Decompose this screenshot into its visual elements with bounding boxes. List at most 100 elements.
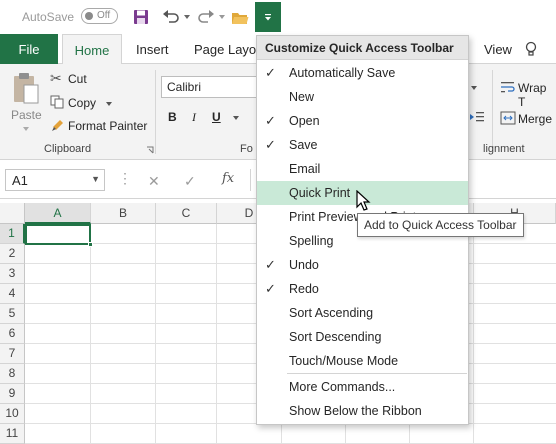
column-gridline bbox=[90, 224, 91, 444]
menu-separator bbox=[287, 373, 467, 374]
row-header[interactable]: 10 bbox=[0, 404, 25, 424]
customize-qat-button[interactable] bbox=[255, 2, 281, 32]
cancel-icon[interactable]: ✕ bbox=[148, 173, 160, 190]
menu-item-label: Redo bbox=[289, 282, 319, 296]
increase-indent-button[interactable] bbox=[469, 110, 491, 128]
cut-button[interactable]: ✂ Cut bbox=[48, 70, 108, 90]
redo-dropdown-icon[interactable] bbox=[218, 13, 226, 21]
menu-item-undo[interactable]: ✓ Undo bbox=[257, 253, 468, 277]
menu-item-open[interactable]: ✓ Open bbox=[257, 109, 468, 133]
undo-button[interactable] bbox=[160, 6, 182, 28]
column-gridline bbox=[473, 224, 474, 444]
clipboard-group-label: Clipboard bbox=[44, 143, 92, 155]
tab-view[interactable]: View bbox=[484, 34, 512, 64]
menu-title: Customize Quick Access Toolbar bbox=[257, 36, 468, 60]
format-painter-button[interactable]: Format Painter bbox=[48, 116, 152, 136]
menu-item-label: Sort Descending bbox=[289, 330, 382, 344]
enter-icon[interactable]: ✓ bbox=[184, 173, 196, 190]
menu-item-label: New bbox=[289, 90, 315, 104]
menu-item-label: More Commands... bbox=[289, 380, 396, 394]
tab-page-layout[interactable]: Page Layou bbox=[194, 34, 263, 64]
checkmark-icon: ✓ bbox=[265, 257, 276, 272]
font-name-combobox[interactable]: Calibri bbox=[161, 76, 259, 98]
underline-button[interactable]: U bbox=[212, 110, 221, 124]
menu-item-label: Email bbox=[289, 162, 321, 176]
row-header[interactable]: 11 bbox=[0, 424, 25, 444]
dialog-launcher-icon[interactable] bbox=[146, 146, 154, 154]
paste-icon bbox=[14, 73, 39, 104]
menu-item-label: Spelling bbox=[289, 234, 334, 248]
wrap-text-label: Wrap T bbox=[518, 81, 547, 109]
tab-home[interactable]: Home bbox=[62, 34, 122, 65]
menu-item-label: Quick Print bbox=[289, 186, 351, 200]
redo-button[interactable] bbox=[195, 6, 217, 28]
fill-handle[interactable] bbox=[88, 242, 93, 247]
merge-label: Merge bbox=[518, 112, 553, 126]
chevron-down-icon bbox=[23, 127, 29, 131]
row-header[interactable]: 5 bbox=[0, 304, 25, 324]
copy-button[interactable]: Copy bbox=[48, 93, 118, 113]
select-all-corner[interactable] bbox=[0, 203, 25, 224]
menu-item-new[interactable]: New bbox=[257, 85, 468, 109]
chevron-down-icon[interactable] bbox=[232, 115, 240, 121]
name-box-value: A1 bbox=[12, 173, 28, 188]
save-icon bbox=[134, 10, 148, 24]
more-icon: ⋮ bbox=[118, 170, 132, 186]
row-header[interactable]: 6 bbox=[0, 324, 25, 344]
menu-item-automatically-save[interactable]: ✓ Automatically Save bbox=[257, 61, 468, 85]
menu-item-show-below-ribbon[interactable]: Show Below the Ribbon bbox=[257, 399, 468, 423]
bold-button[interactable]: B bbox=[168, 110, 177, 124]
open-button[interactable] bbox=[230, 6, 250, 28]
row-header[interactable]: 7 bbox=[0, 344, 25, 364]
selected-cell-a1[interactable] bbox=[25, 224, 93, 247]
cut-label: Cut bbox=[68, 72, 87, 86]
menu-item-redo[interactable]: ✓ Redo bbox=[257, 277, 468, 301]
row-header[interactable]: 3 bbox=[0, 264, 25, 284]
menu-item-touch-mouse-mode[interactable]: Touch/Mouse Mode bbox=[257, 349, 468, 373]
column-header-b[interactable]: B bbox=[91, 203, 156, 224]
insert-function-button[interactable]: fx bbox=[222, 171, 234, 186]
paintbrush-icon bbox=[52, 120, 63, 131]
tell-me-button[interactable] bbox=[525, 34, 537, 64]
scissors-icon: ✂ bbox=[50, 70, 62, 86]
paste-button[interactable]: Paste bbox=[8, 72, 44, 134]
wrap-text-button[interactable]: Wrap T bbox=[498, 78, 556, 109]
customize-qat-icon bbox=[265, 14, 271, 21]
row-header[interactable]: 4 bbox=[0, 284, 25, 304]
menu-item-save[interactable]: ✓ Save bbox=[257, 133, 468, 157]
group-separator bbox=[155, 70, 156, 154]
autosave-toggle[interactable]: Off bbox=[81, 8, 118, 24]
menu-item-label: Touch/Mouse Mode bbox=[289, 354, 399, 368]
tab-insert[interactable]: Insert bbox=[136, 34, 169, 64]
column-header-a[interactable]: A bbox=[25, 203, 91, 224]
italic-button[interactable]: I bbox=[192, 110, 196, 125]
copy-label: Copy bbox=[68, 96, 97, 110]
column-gridline bbox=[155, 224, 156, 444]
name-box[interactable]: A1 ▼ bbox=[5, 169, 105, 191]
chevron-down-icon[interactable] bbox=[470, 85, 478, 91]
menu-item-sort-ascending[interactable]: Sort Ascending bbox=[257, 301, 468, 325]
autosave-label: AutoSave bbox=[22, 10, 75, 24]
menu-item-sort-descending[interactable]: Sort Descending bbox=[257, 325, 468, 349]
checkmark-icon: ✓ bbox=[265, 137, 276, 152]
menu-item-more-commands[interactable]: More Commands... bbox=[257, 375, 468, 399]
column-header-c[interactable]: C bbox=[156, 203, 217, 224]
save-button[interactable] bbox=[131, 6, 151, 28]
merge-center-button[interactable]: Merge bbox=[498, 109, 556, 129]
alignment-group-label: lignment bbox=[483, 143, 525, 155]
row-header[interactable]: 2 bbox=[0, 244, 25, 264]
paste-label: Paste bbox=[11, 108, 42, 122]
wrap-text-icon bbox=[501, 82, 515, 93]
row-header[interactable]: 8 bbox=[0, 364, 25, 384]
undo-dropdown-icon[interactable] bbox=[183, 13, 191, 21]
toggle-knob bbox=[85, 12, 93, 20]
menu-item-label: Show Below the Ribbon bbox=[289, 404, 422, 418]
row-header[interactable]: 1 bbox=[0, 224, 25, 244]
chevron-down-icon[interactable]: ▼ bbox=[91, 174, 100, 184]
menu-item-label: Undo bbox=[289, 258, 319, 272]
row-header[interactable]: 9 bbox=[0, 384, 25, 404]
checkmark-icon: ✓ bbox=[265, 281, 276, 296]
redo-icon bbox=[198, 10, 214, 23]
tab-file[interactable]: File bbox=[0, 34, 58, 64]
menu-item-email[interactable]: Email bbox=[257, 157, 468, 181]
